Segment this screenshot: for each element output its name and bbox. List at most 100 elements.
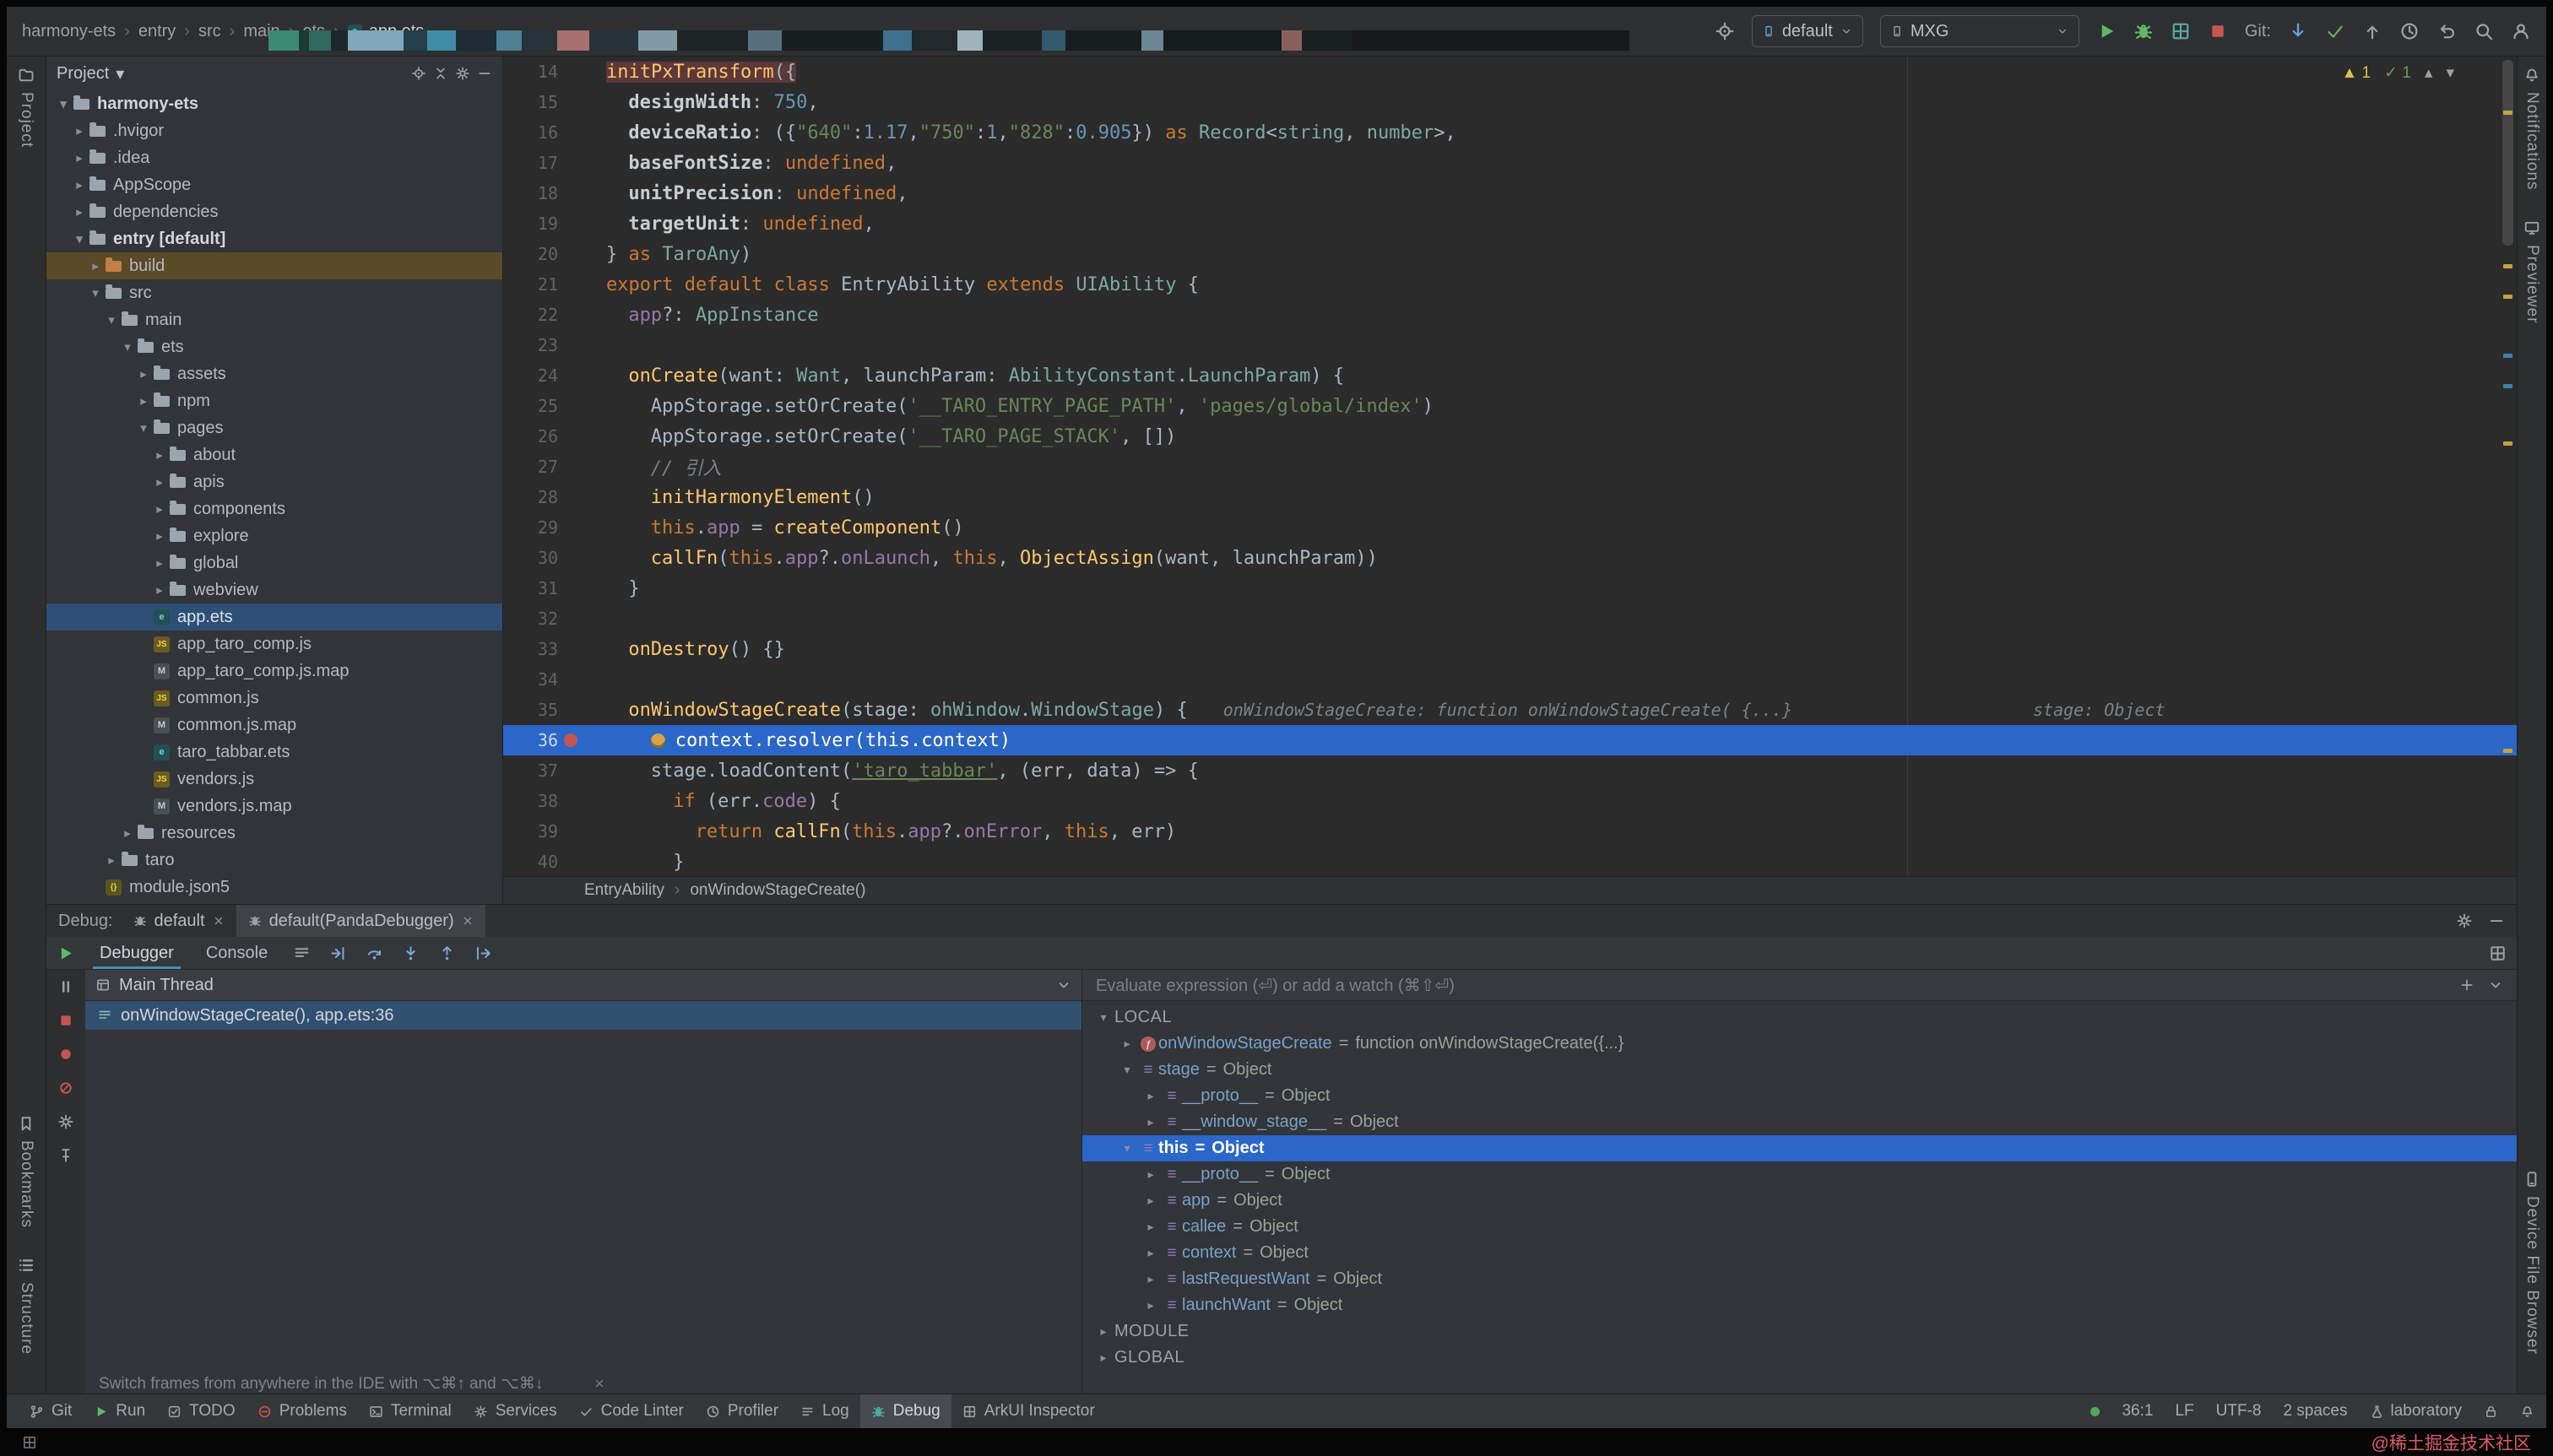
gutter-line-20[interactable]: 20 bbox=[503, 244, 583, 264]
code-line-16[interactable]: 16deviceRatio: ({"640":1.17,"750":1,"828… bbox=[503, 117, 2517, 148]
tree-chevron[interactable]: ▸ bbox=[1116, 1037, 1138, 1051]
collapse-all-icon[interactable] bbox=[433, 66, 448, 81]
tree-item--hvigor[interactable]: ▸.hvigor bbox=[46, 117, 502, 144]
editor-breadcrumb[interactable]: EntryAbility›onWindowStageCreate() bbox=[503, 876, 2517, 904]
settings-sync-icon[interactable] bbox=[1715, 21, 1735, 41]
tree-chevron[interactable]: ▸ bbox=[1140, 1246, 1162, 1260]
tree-item-vendors-js-map[interactable]: Mvendors.js.map bbox=[46, 793, 502, 820]
layout-icon[interactable] bbox=[293, 945, 311, 962]
chevron-down-icon[interactable]: ▾ bbox=[116, 63, 124, 84]
status-value[interactable]: LF bbox=[2175, 1402, 2193, 1421]
tree-item-vendors-js[interactable]: JSvendors.js bbox=[46, 766, 502, 793]
tree-chevron[interactable]: ▸ bbox=[149, 582, 170, 598]
run-config-select[interactable]: default bbox=[1752, 15, 1863, 47]
tree-item-app-taro-comp-js-map[interactable]: Mapp_taro_comp.js.map bbox=[46, 658, 502, 685]
intention-bulb-icon[interactable] bbox=[651, 733, 665, 748]
laboratory-item[interactable]: laboratory bbox=[2370, 1402, 2463, 1421]
gutter-line-40[interactable]: 40 bbox=[503, 852, 583, 872]
gutter-line-28[interactable]: 28 bbox=[503, 487, 583, 507]
tree-chevron[interactable]: ▾ bbox=[101, 312, 122, 327]
pin-icon[interactable] bbox=[57, 1147, 74, 1164]
code-line-19[interactable]: 19targetUnit: undefined, bbox=[503, 208, 2517, 239]
code-line-27[interactable]: 27// 引入 bbox=[503, 452, 2517, 482]
thread-selector[interactable]: Main Thread bbox=[85, 970, 1081, 1001]
tree-item-dependencies[interactable]: ▸dependencies bbox=[46, 198, 502, 225]
code-line-26[interactable]: 26AppStorage.setOrCreate('__TARO_PAGE_ST… bbox=[503, 421, 2517, 452]
breadcrumb-item[interactable]: src bbox=[198, 22, 221, 41]
tree-chevron[interactable]: ▸ bbox=[149, 501, 170, 517]
status-value[interactable]: UTF-8 bbox=[2216, 1402, 2262, 1421]
scope-row-local[interactable]: ▾LOCAL bbox=[1082, 1004, 2517, 1031]
gutter-line-37[interactable]: 37 bbox=[503, 760, 583, 781]
scope-row-global[interactable]: ▸GLOBAL bbox=[1082, 1345, 2517, 1371]
gutter-line-16[interactable]: 16 bbox=[503, 122, 583, 143]
tree-item-common-js[interactable]: JScommon.js bbox=[46, 685, 502, 712]
rerun-icon[interactable] bbox=[57, 945, 74, 962]
tree-chevron[interactable]: ▸ bbox=[149, 528, 170, 544]
tool-button-previewer[interactable]: Previewer bbox=[2523, 219, 2541, 323]
tree-chevron[interactable]: ▸ bbox=[1092, 1350, 1114, 1365]
minimize-icon[interactable] bbox=[2488, 912, 2505, 929]
status-item-git[interactable]: Git bbox=[19, 1394, 83, 1428]
watch-input[interactable]: Evaluate expression (⏎) or add a watch (… bbox=[1082, 970, 2517, 1001]
debug-tab-default-pandadebugger-[interactable]: default(PandaDebugger) bbox=[236, 905, 485, 937]
breadcrumb-item[interactable]: entry bbox=[138, 22, 176, 41]
gutter-line-14[interactable]: 14 bbox=[503, 62, 583, 82]
tree-chevron[interactable]: ▸ bbox=[1140, 1193, 1162, 1208]
editor-breadcrumb-item[interactable]: EntryAbility bbox=[584, 881, 664, 900]
close-icon[interactable] bbox=[462, 915, 474, 927]
tree-item-resources[interactable]: ▸resources bbox=[46, 820, 502, 847]
tree-item-common-js-map[interactable]: Mcommon.js.map bbox=[46, 712, 502, 739]
gutter-line-19[interactable]: 19 bbox=[503, 214, 583, 234]
status-item-code-linter[interactable]: Code Linter bbox=[568, 1394, 695, 1428]
tree-item--idea[interactable]: ▸.idea bbox=[46, 144, 502, 171]
editor-body[interactable]: ▲ 1 ✓ 1 ▴ ▾ 14initPxTransform({15designW… bbox=[503, 57, 2517, 876]
gutter-line-25[interactable]: 25 bbox=[503, 396, 583, 416]
run-button[interactable] bbox=[2096, 21, 2117, 41]
code-line-33[interactable]: 33onDestroy() {} bbox=[503, 634, 2517, 664]
scope-row-module[interactable]: ▸MODULE bbox=[1082, 1318, 2517, 1345]
close-icon[interactable] bbox=[213, 915, 225, 927]
tree-item-assets[interactable]: ▸assets bbox=[46, 360, 502, 387]
tree-item-about[interactable]: ▸about bbox=[46, 441, 502, 468]
search-icon[interactable] bbox=[2474, 21, 2494, 41]
status-item-todo[interactable]: TODO bbox=[156, 1394, 247, 1428]
gutter-line-38[interactable]: 38 bbox=[503, 791, 583, 811]
device-select[interactable]: MXG bbox=[1880, 15, 2079, 47]
attach-profiler-icon[interactable] bbox=[2171, 21, 2191, 41]
code-line-39[interactable]: 39return callFn(this.app?.onError, this,… bbox=[503, 816, 2517, 847]
gutter-line-29[interactable]: 29 bbox=[503, 517, 583, 538]
tree-chevron[interactable]: ▸ bbox=[1092, 1324, 1114, 1339]
gear-icon[interactable] bbox=[455, 66, 470, 81]
tree-chevron[interactable]: ▸ bbox=[149, 447, 170, 463]
tree-item-taro-tabbar-ets[interactable]: etaro_tabbar.ets bbox=[46, 739, 502, 766]
tree-chevron[interactable]: ▾ bbox=[117, 339, 138, 355]
variable-row-launchWant[interactable]: ▸≡launchWant=Object bbox=[1082, 1292, 2517, 1318]
git-update-icon[interactable] bbox=[2288, 21, 2308, 41]
tree-chevron[interactable]: ▾ bbox=[133, 420, 154, 436]
add-watch-icon[interactable] bbox=[2459, 977, 2474, 993]
stack-frame[interactable]: onWindowStageCreate(), app.ets:36 bbox=[85, 1001, 1081, 1030]
status-value[interactable]: 36:1 bbox=[2122, 1402, 2153, 1421]
tree-chevron[interactable]: ▸ bbox=[133, 393, 154, 409]
code-line-34[interactable]: 34 bbox=[503, 664, 2517, 695]
breadcrumb-item[interactable]: harmony-ets bbox=[22, 22, 116, 41]
view-breakpoints-icon[interactable] bbox=[57, 1046, 74, 1063]
status-value[interactable]: 2 spaces bbox=[2283, 1402, 2347, 1421]
layout-settings-icon[interactable] bbox=[2489, 945, 2507, 962]
mute-breakpoints-icon[interactable] bbox=[57, 1080, 74, 1096]
tree-chevron[interactable]: ▸ bbox=[1140, 1220, 1162, 1234]
tree-chevron[interactable]: ▸ bbox=[1140, 1115, 1162, 1129]
git-push-icon[interactable] bbox=[2362, 21, 2382, 41]
variable-row-context[interactable]: ▸≡context=Object bbox=[1082, 1240, 2517, 1266]
stripe-toggle-icon[interactable] bbox=[22, 1435, 37, 1450]
debug-settings-icon[interactable] bbox=[57, 1113, 74, 1130]
status-item-terminal[interactable]: Terminal bbox=[358, 1394, 463, 1428]
tree-item-explore[interactable]: ▸explore bbox=[46, 522, 502, 549]
gutter-line-31[interactable]: 31 bbox=[503, 578, 583, 598]
variable-row-lastRequestWant[interactable]: ▸≡lastRequestWant=Object bbox=[1082, 1266, 2517, 1292]
debug-tab-default[interactable]: default bbox=[122, 905, 236, 937]
tree-item-main[interactable]: ▾main bbox=[46, 306, 502, 333]
stop-button[interactable] bbox=[2208, 21, 2228, 41]
code-line-36[interactable]: 36context.resolver(this.context) bbox=[503, 725, 2517, 755]
